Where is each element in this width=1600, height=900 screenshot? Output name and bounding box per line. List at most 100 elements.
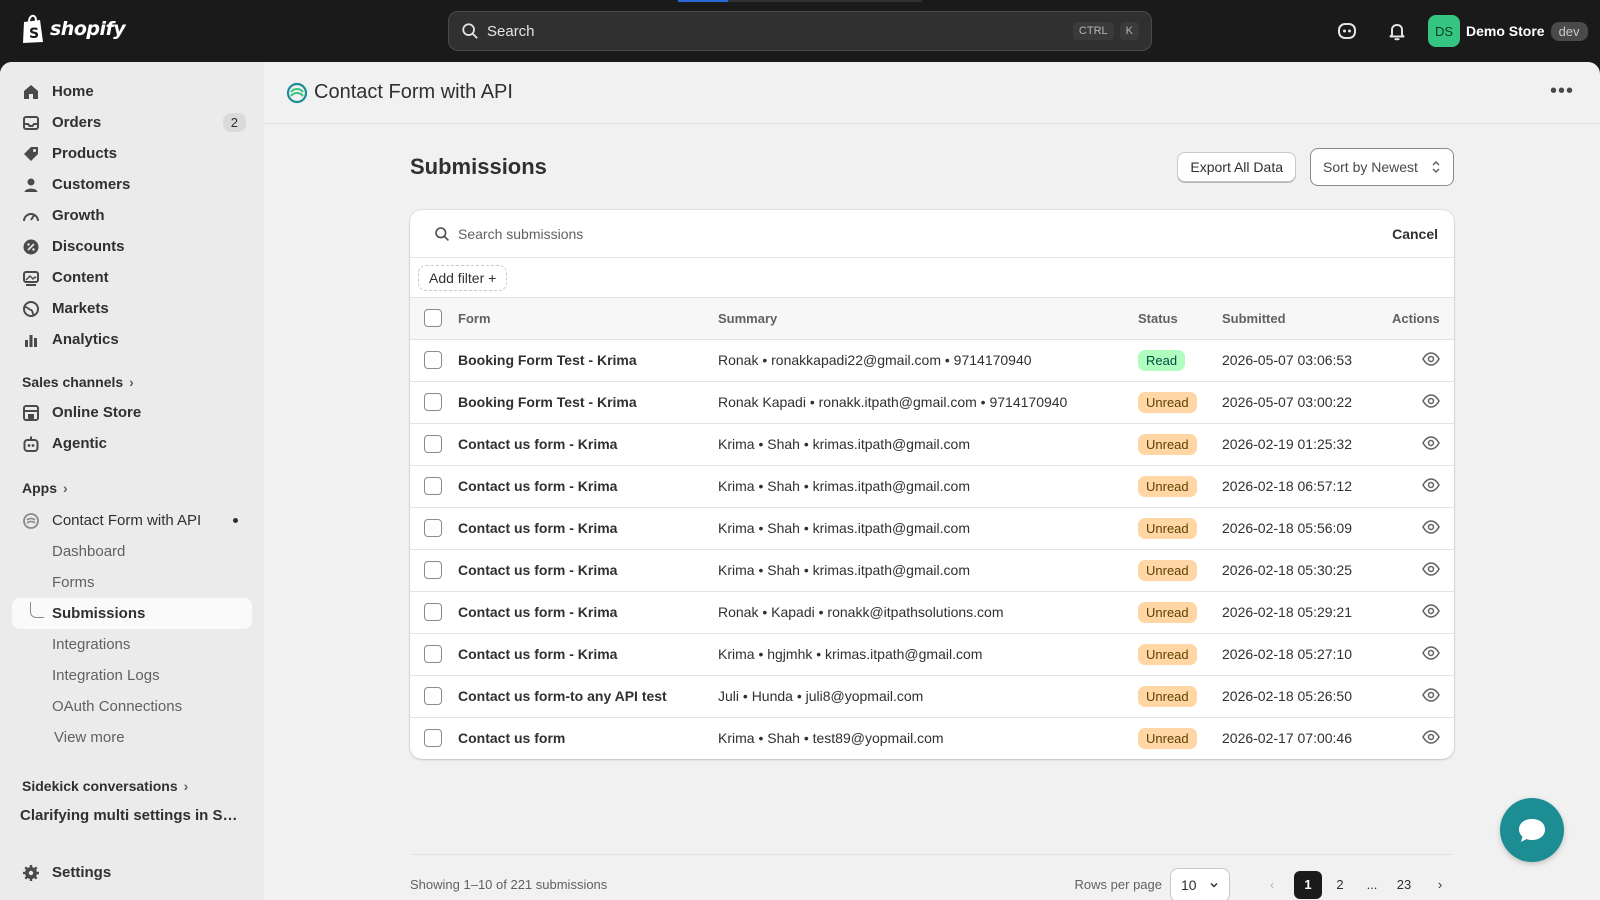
view-eye-icon[interactable] xyxy=(1422,645,1454,663)
row-checkbox[interactable] xyxy=(424,687,442,705)
view-more-link[interactable]: View more xyxy=(12,722,252,753)
sidebar-item-content[interactable]: Content xyxy=(12,262,252,293)
next-page-icon[interactable]: › xyxy=(1426,871,1454,899)
summary-cell: Krima • Shah • krimas.itpath@gmail.com xyxy=(718,465,1138,508)
column-header-form[interactable]: Form xyxy=(458,298,718,340)
view-eye-icon[interactable] xyxy=(1422,603,1454,621)
sidebar-item-growth[interactable]: Growth xyxy=(12,200,252,231)
sales-channels-heading[interactable]: Sales channels › xyxy=(12,371,252,393)
notifications-bell-icon[interactable] xyxy=(1386,20,1408,42)
sidebar-item-analytics[interactable]: Analytics xyxy=(12,324,252,355)
table-row[interactable]: Contact us form Krima • Shah • test89@yop… xyxy=(410,717,1454,759)
store-switcher[interactable]: DS Demo Store dev xyxy=(1428,15,1588,47)
chevron-right-icon: › xyxy=(63,480,68,496)
submitted-cell: 2026-02-17 07:00:46 xyxy=(1222,730,1352,747)
row-checkbox[interactable] xyxy=(424,729,442,748)
table-row[interactable]: Contact us form-to any API test Juli • Hu… xyxy=(410,675,1454,718)
column-header-submitted[interactable]: Submitted xyxy=(1222,298,1392,340)
sidebar-item-agentic[interactable]: Agentic xyxy=(12,428,252,459)
table-row[interactable]: Booking Form Test - Krima Ronak Kapadi • … xyxy=(410,381,1454,424)
chat-bubble-button[interactable] xyxy=(1500,798,1564,862)
form-name-cell: Contact us form-to any API test xyxy=(458,675,718,718)
view-eye-icon[interactable] xyxy=(1422,729,1454,747)
form-name-cell: Contact us form - Krima xyxy=(458,549,718,592)
table-row[interactable]: Contact us form - Krima Krima • Shah • kr… xyxy=(410,507,1454,550)
admin-shell: Home Orders 2 Products Customers Growth Discou… xyxy=(0,62,1600,900)
row-checkbox[interactable] xyxy=(424,393,442,411)
previous-page-icon[interactable]: ‹ xyxy=(1258,871,1286,899)
search-icon xyxy=(462,23,478,39)
table-row[interactable]: Contact us form - Krima Ronak • Kapadi • … xyxy=(410,591,1454,634)
submitted-cell: 2026-02-19 01:25:32 xyxy=(1222,423,1392,466)
view-eye-icon[interactable] xyxy=(1422,393,1454,411)
submissions-search-input[interactable] xyxy=(458,225,1393,242)
rows-per-page-select[interactable]: 10 xyxy=(1170,867,1230,900)
sidebar-subitem-dashboard[interactable]: Dashboard xyxy=(12,536,252,567)
view-eye-icon[interactable] xyxy=(1422,351,1454,369)
app-pin-dot xyxy=(233,518,238,523)
bar-chart-icon xyxy=(22,331,40,349)
table-row[interactable]: Contact us form - Krima Krima • Shah • kr… xyxy=(410,423,1454,466)
view-eye-icon[interactable] xyxy=(1422,687,1454,705)
row-checkbox[interactable] xyxy=(424,435,442,453)
sidebar-item-customers[interactable]: Customers xyxy=(12,169,252,200)
status-badge: Unread xyxy=(1138,517,1197,539)
view-eye-icon[interactable] xyxy=(1422,561,1454,579)
sidebar-subitem-forms[interactable]: Forms xyxy=(12,567,252,598)
page-button-1[interactable]: 1 xyxy=(1294,870,1322,899)
sidebar-item-orders[interactable]: Orders 2 xyxy=(12,107,252,138)
export-all-data-button[interactable]: Export All Data xyxy=(1177,152,1296,182)
sidebar-item-label: Agentic xyxy=(52,435,108,452)
view-eye-icon[interactable] xyxy=(1422,435,1454,453)
row-checkbox[interactable] xyxy=(424,603,442,621)
sidekick-icon[interactable] xyxy=(1336,20,1358,42)
status-badge: Unread xyxy=(1138,433,1197,455)
shortcut-ctrl: CTRL xyxy=(1072,22,1114,40)
table-row[interactable]: Contact us form - Krima Krima • hgjmhk • … xyxy=(410,633,1454,676)
row-checkbox[interactable] xyxy=(424,561,442,579)
table-row[interactable]: Booking Form Test - Krima Ronak • ronakka… xyxy=(410,339,1454,382)
view-eye-icon[interactable] xyxy=(1422,519,1454,537)
sidebar-item-products[interactable]: Products xyxy=(12,138,252,169)
column-header-status[interactable]: Status xyxy=(1138,298,1222,340)
submitted-cell: 2026-05-07 03:06:53 xyxy=(1222,339,1392,382)
store-name: Demo Store xyxy=(1466,23,1545,39)
page-button-23[interactable]: 23 xyxy=(1390,871,1418,899)
sidebar-subitem-label: Dashboard xyxy=(52,543,126,560)
showing-count: Showing 1–10 of 221 submissions xyxy=(410,877,608,892)
submitted-cell: 2026-02-18 05:30:25 xyxy=(1222,549,1392,592)
table-row[interactable]: Contact us form - Krima Krima • Shah • kr… xyxy=(410,549,1454,592)
sidebar-subitem-submissions[interactable]: Submissions xyxy=(12,598,252,629)
shopify-logo[interactable]: S shopify xyxy=(20,14,126,44)
sidebar-item-settings[interactable]: Settings xyxy=(12,857,252,888)
sidebar-item-markets[interactable]: Markets xyxy=(12,293,252,324)
sort-select[interactable]: Sort by Newest xyxy=(1310,148,1454,186)
sidebar-item-app[interactable]: Contact Form with API xyxy=(12,505,252,536)
sidebar-item-discounts[interactable]: Discounts xyxy=(12,231,252,262)
table-row[interactable]: Contact us form - Krima Krima • Shah • kr… xyxy=(410,465,1454,508)
submitted-cell: 2026-05-07 03:00:22 xyxy=(1222,381,1392,424)
global-search[interactable]: Search CTRL K xyxy=(448,11,1152,51)
app-title: Contact Form with API xyxy=(314,81,513,103)
select-all-checkbox[interactable] xyxy=(424,309,442,328)
more-actions-icon[interactable]: ••• xyxy=(1550,80,1574,103)
view-eye-icon[interactable] xyxy=(1422,477,1454,495)
apps-heading[interactable]: Apps › xyxy=(12,477,252,499)
row-checkbox[interactable] xyxy=(424,351,442,369)
page-button-2[interactable]: 2 xyxy=(1326,871,1354,899)
add-filter-button[interactable]: Add filter + xyxy=(418,264,508,291)
sidebar-item-online-store[interactable]: Online Store xyxy=(12,397,252,428)
sidebar-item-home[interactable]: Home xyxy=(12,76,252,107)
column-header-summary[interactable]: Summary xyxy=(718,298,1138,340)
row-checkbox[interactable] xyxy=(424,477,442,495)
row-checkbox[interactable] xyxy=(424,645,442,663)
submitted-cell: 2026-02-18 06:57:12 xyxy=(1222,465,1392,508)
sidebar-subitem-oauth-connections[interactable]: OAuth Connections xyxy=(12,691,252,722)
sidebar-subitem-integrations[interactable]: Integrations xyxy=(12,629,252,660)
view-more-label: View more xyxy=(54,729,125,746)
sidebar-subitem-integration-logs[interactable]: Integration Logs xyxy=(12,660,252,691)
row-checkbox[interactable] xyxy=(424,519,442,537)
sidekick-conversation-item[interactable]: Clarifying multi settings in Sho... xyxy=(12,801,244,831)
cancel-search-button[interactable]: Cancel xyxy=(1392,226,1438,242)
sidekick-conversations-heading[interactable]: Sidekick conversations › xyxy=(12,775,252,797)
